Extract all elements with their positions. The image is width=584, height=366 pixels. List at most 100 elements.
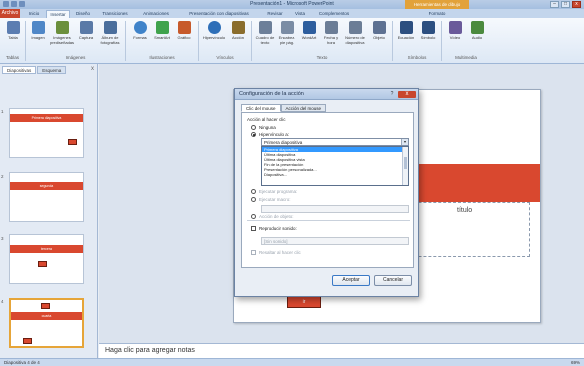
- thumbnail-button: [41, 303, 50, 309]
- radio-hyperlink[interactable]: [251, 132, 256, 137]
- image-button[interactable]: Imagen: [28, 21, 48, 53]
- smartart-label: SmartArt: [154, 35, 170, 40]
- thumbnail-title: segunda: [10, 182, 83, 190]
- slide-thumbnail-3[interactable]: tercera: [9, 234, 84, 284]
- slide-thumbnail-2[interactable]: segunda: [9, 172, 84, 222]
- radio-none-row[interactable]: Ninguna: [251, 125, 276, 130]
- album-icon: [103, 21, 117, 34]
- group-text-label: Texto: [316, 55, 328, 60]
- thumbnail-title: cuarta: [11, 312, 82, 320]
- play-sound-checkbox[interactable]: [251, 226, 256, 231]
- thumbnail-number: 4: [1, 299, 4, 304]
- run-program-label: Ejecutar programa:: [259, 189, 298, 194]
- context-tab-drawing-tools: Herramientas de dibujo: [405, 0, 469, 9]
- slide-number-button[interactable]: Número de diapositiva: [343, 21, 367, 53]
- tab-addins[interactable]: Complementos: [312, 10, 356, 18]
- action-icon: [231, 21, 245, 34]
- play-sound-row[interactable]: Reproducir sonido:: [251, 226, 297, 231]
- dropdown-scrollbar[interactable]: [402, 147, 408, 185]
- video-button[interactable]: Vídeo: [445, 21, 465, 53]
- smartart-button[interactable]: SmartArt: [152, 21, 172, 53]
- datetime-icon: [324, 21, 338, 34]
- tab-animations[interactable]: Animaciones: [136, 10, 176, 18]
- object-button[interactable]: Objeto: [369, 21, 389, 53]
- datetime-button[interactable]: Fecha y hora: [321, 21, 341, 53]
- action-label: Acción: [231, 35, 244, 40]
- maximize-button[interactable]: □: [561, 1, 570, 8]
- dialog-close-button[interactable]: x: [398, 91, 416, 98]
- shapes-button[interactable]: Formas: [130, 21, 150, 53]
- hyperlink-dropdown-list: Primera diapositiva Última diapositiva Ú…: [261, 146, 409, 186]
- radio-hyperlink-row[interactable]: Hipervínculo a:: [251, 132, 289, 137]
- textbox-button[interactable]: Cuadro de texto: [255, 21, 275, 53]
- header-footer-button[interactable]: Encabez. pie pág.: [277, 21, 297, 53]
- action-button[interactable]: Acción: [228, 21, 248, 53]
- placeholder-text: título: [457, 207, 473, 214]
- cancel-button[interactable]: Cancelar: [374, 275, 412, 286]
- screenshot-label: Captura: [78, 35, 94, 40]
- hyperlink-target-combo[interactable]: Primera diapositiva ▾: [261, 138, 409, 146]
- hyperlink-icon: [207, 21, 221, 34]
- radio-none-label: Ninguna: [259, 125, 276, 130]
- run-program-row: Ejecutar programa:: [251, 189, 297, 194]
- symbol-button[interactable]: Símbolo: [418, 21, 438, 53]
- thumbnail-title: tercera: [10, 245, 83, 253]
- tab-home[interactable]: Inicio: [24, 10, 44, 18]
- chart-label: Gráfico: [177, 35, 191, 40]
- tab-file[interactable]: Archivo: [0, 9, 20, 18]
- smartart-icon: [155, 21, 169, 34]
- chevron-down-icon[interactable]: ▾: [401, 139, 408, 145]
- shapes-label: Formas: [133, 35, 147, 40]
- tab-view[interactable]: Vista: [290, 10, 310, 18]
- zoom-level[interactable]: 69%: [571, 360, 580, 365]
- tab-slideshow[interactable]: Presentación con diapositivas: [178, 10, 260, 18]
- album-button[interactable]: Álbum de fotografías: [98, 21, 122, 53]
- tab-format[interactable]: Formato: [405, 10, 469, 18]
- table-button[interactable]: Tabla: [3, 21, 23, 53]
- slide-action-button[interactable]: ir: [287, 296, 321, 308]
- window-title: Presentación1 - Microsoft PowerPoint: [250, 1, 334, 7]
- tab-transitions[interactable]: Transiciones: [96, 10, 134, 18]
- audio-button[interactable]: Audio: [467, 21, 487, 53]
- slide-thumbnail-1[interactable]: Primera diapositiva: [9, 108, 84, 158]
- scrollbar-thumb[interactable]: [404, 157, 407, 169]
- close-icon[interactable]: x: [91, 66, 94, 72]
- dialog-title-bar: Configuración de la acción ? x: [235, 89, 418, 100]
- video-label: Vídeo: [449, 35, 461, 40]
- header-footer-label: Encabez. pie pág.: [278, 35, 296, 45]
- slides-panel-tabs: Diapositivas Esquema: [2, 66, 67, 74]
- tab-insert[interactable]: Insertar: [46, 10, 70, 18]
- thumbnail-button: [68, 139, 77, 145]
- tab-design[interactable]: Diseño: [72, 10, 94, 18]
- ok-button[interactable]: Aceptar: [332, 275, 370, 286]
- dropdown-item[interactable]: Diapositiva...: [262, 172, 408, 177]
- notes-pane[interactable]: Haga clic para agregar notas: [99, 343, 584, 358]
- wordart-button[interactable]: WordArt: [299, 21, 319, 53]
- clipart-button[interactable]: Imágenes prediseñadas: [50, 21, 74, 53]
- radio-none[interactable]: [251, 125, 256, 130]
- run-macro-row: Ejecutar macro:: [251, 197, 291, 202]
- minimize-button[interactable]: –: [550, 1, 559, 8]
- slide-thumbnail-4[interactable]: cuarta: [9, 298, 84, 348]
- screenshot-button[interactable]: Captura: [76, 21, 96, 53]
- textbox-label: Cuadro de texto: [255, 35, 275, 45]
- action-settings-dialog: Configuración de la acción ? x Clic del …: [234, 88, 419, 297]
- chart-button[interactable]: Gráfico: [174, 21, 194, 53]
- album-label: Álbum de fotografías: [100, 35, 120, 45]
- tab-outline[interactable]: Esquema: [37, 66, 67, 74]
- help-icon[interactable]: ?: [388, 91, 396, 98]
- tab-mouse-click[interactable]: Clic del mouse: [241, 104, 281, 112]
- symbol-label: Símbolo: [420, 35, 436, 40]
- group-media-label: Multimedia: [455, 55, 477, 60]
- object-icon: [372, 21, 386, 34]
- thumbnail-title: Primera diapositiva: [10, 114, 83, 122]
- equation-button[interactable]: Ecuación: [396, 21, 416, 53]
- object-action-row: Acción de objeto:: [251, 214, 294, 219]
- close-button[interactable]: x: [572, 1, 581, 8]
- hyperlink-button[interactable]: Hipervínculo: [202, 21, 226, 53]
- tab-mouse-over[interactable]: Acción del mouse: [280, 104, 327, 112]
- slide-number-label: Número de diapositiva: [345, 35, 365, 45]
- hyperlink-label: Hipervínculo: [202, 35, 226, 40]
- tab-slides[interactable]: Diapositivas: [2, 66, 37, 74]
- tab-review[interactable]: Revisar: [262, 10, 288, 18]
